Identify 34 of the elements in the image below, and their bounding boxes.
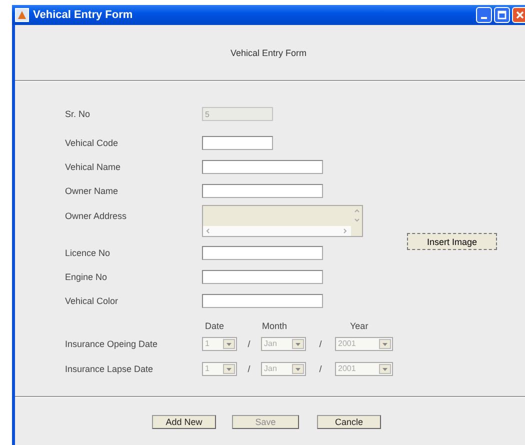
minimize-button[interactable]	[476, 7, 492, 23]
field-label: Owner Address	[65, 211, 128, 221]
form-heading: Vehical Entry Form	[230, 48, 307, 58]
field-label: Vehical Name	[65, 162, 122, 172]
close-icon	[515, 10, 525, 20]
minimize-icon	[481, 17, 487, 19]
column-heading: Year	[350, 321, 368, 331]
field-label: Vehical Color	[65, 296, 120, 306]
text-field[interactable]	[202, 184, 323, 198]
field-label: Sr. No	[65, 109, 92, 119]
date-separator: /	[318, 338, 323, 348]
text-field[interactable]	[202, 270, 323, 284]
window-title: Vehical Entry Form	[33, 9, 134, 21]
form-button[interactable]: Cancle	[317, 414, 381, 428]
form-button[interactable]: Add New	[152, 414, 216, 428]
text-field[interactable]	[202, 160, 323, 174]
field-label: Insurance Lapse Date	[65, 364, 154, 374]
date-separator: /	[246, 338, 252, 348]
date-separator: /	[246, 364, 252, 374]
field-label: Owner Name	[65, 186, 120, 196]
maximize-button[interactable]	[494, 7, 510, 23]
close-button[interactable]	[512, 7, 525, 23]
field-label: Licence No	[65, 248, 112, 258]
field-label: Engine No	[65, 272, 108, 282]
column-heading: Date	[205, 321, 226, 331]
field-label: Insurance Opeing Date	[65, 338, 159, 348]
text-field[interactable]	[202, 294, 323, 308]
date-separator: /	[318, 364, 323, 374]
text-field[interactable]	[202, 136, 273, 150]
app-icon	[15, 8, 29, 22]
field-label: Vehical Code	[65, 138, 120, 148]
text-field[interactable]	[202, 246, 323, 260]
maximize-icon	[497, 10, 507, 20]
column-heading: Month	[262, 321, 288, 331]
